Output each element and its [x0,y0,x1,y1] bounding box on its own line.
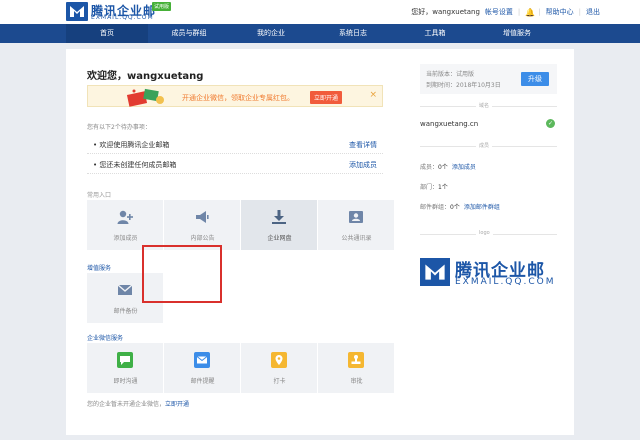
add-member-link[interactable]: 添加成员 [349,160,377,170]
mail-logo-icon [66,2,88,21]
nav-home[interactable]: 首页 [66,24,148,43]
wework-service-title: 企业微信服务 [87,335,124,342]
trial-badge: 试用版 [152,2,172,11]
footer-text: 您的企业暂未开通企业微信， [87,401,166,408]
download-icon [272,210,286,224]
wework-tiles: 即时沟通 邮件提醒 打卡 审批 [87,343,395,393]
main-panel: 欢迎您，wangxuetang 开通企业微信，领取企业专属红包。 立即开通 × … [66,49,574,435]
value-added-title: 增值服务 [87,265,112,272]
open-now-link[interactable]: 立即开通 [165,401,189,408]
add-mail-group-link[interactable]: 添加邮件群组 [464,204,500,211]
open-wework-button[interactable]: 立即开通 [310,91,343,104]
nav-value-added[interactable]: 增值服务 [476,24,558,43]
main-nav: 首页 成员与群组 我的企业 系统日志 工具箱 增值服务 [0,24,640,43]
help-center-link[interactable]: 帮助中心 [546,7,574,17]
stat-value: 0个 [438,164,448,171]
nav-system-log[interactable]: 系统日志 [312,24,394,43]
tile-label: 邮件备份 [113,308,138,315]
mail-reminder-icon [194,352,210,368]
greeting: 您好，wangxuetang [411,8,480,16]
netdisk-tile[interactable]: 企业网盘 [241,200,318,250]
expire-date: 到期时间：2018年10月3日 [426,82,501,89]
location-pin-icon [271,352,287,368]
todo-title: 您有以下2个待办事项： [87,124,151,131]
highlight-box [142,245,222,303]
tile-label: 添加成员 [113,235,138,242]
stat-label: 部门： [420,184,439,191]
tile-label: 即时沟通 [113,378,138,385]
user-area: 您好，wangxuetang 帐号设置 | 🔔 | 帮助中心 | 退出 [411,7,600,17]
add-member-tile[interactable]: 添加成员 [87,200,164,250]
wework-banner[interactable]: 开通企业微信，领取企业专属红包。 立即开通 × [87,85,383,107]
add-member-link[interactable]: 添加成员 [452,164,476,171]
divider: | [517,8,521,16]
logo-divider: logo [420,230,557,238]
chat-icon [117,352,133,368]
instant-chat-tile[interactable]: 即时沟通 [87,343,164,393]
logout-link[interactable]: 退出 [586,7,600,17]
nav-members-groups[interactable]: 成员与群组 [148,24,230,43]
nav-my-enterprise[interactable]: 我的企业 [230,24,312,43]
red-envelope-illustration [126,88,164,107]
wework-footer-note: 您的企业暂未开通企业微信，立即开通 [87,399,189,408]
top-header: 腾讯企业邮 EXMAIL.QQ.COM 试用版 您好，wangxuetang 帐… [0,0,640,24]
add-user-icon [117,210,133,224]
check-in-tile[interactable]: 打卡 [241,343,318,393]
todo-text: • 欢迎使用腾讯企业邮箱 [93,141,170,149]
tile-label: 审批 [350,378,363,385]
mail-logo-icon [420,258,450,286]
version-box: 当前版本：试用版 到期时间：2018年10月3日 升级 [420,64,557,94]
todo-row: • 您还未创建任何成员邮箱 添加成员 [87,154,383,174]
address-book-tile[interactable]: 公共通讯录 [318,200,395,250]
current-version: 当前版本：试用版 [426,71,475,78]
stat-label: 成员： [420,164,439,171]
close-icon[interactable]: × [369,90,377,100]
logo-caption: logo [476,230,493,236]
members-divider: 成员 [420,142,557,150]
view-details-link[interactable]: 查看详情 [349,140,377,150]
todo-text: • 您还未创建任何成员邮箱 [93,161,177,169]
verified-check-icon: ✓ [546,119,555,128]
domain-caption: 域名 [476,102,493,109]
banner-text: 开通企业微信，领取企业专属红包。 [182,94,294,102]
tile-label: 公共通讯录 [341,235,372,242]
stat-label: 邮件群组： [420,204,451,211]
stat-value: 0个 [450,204,460,211]
tile-label: 企业网盘 [267,235,292,242]
todo-row: • 欢迎使用腾讯企业邮箱 查看详情 [87,134,383,154]
departments-stat: 部门：1个 [420,182,448,191]
divider: | [538,8,541,16]
stat-value: 1个 [438,184,448,191]
account-settings-link[interactable]: 帐号设置 [485,7,513,17]
domain-divider: 域名 [420,102,557,110]
nav-toolbox[interactable]: 工具箱 [394,24,476,43]
tile-label: 邮件提醒 [190,378,215,385]
logo-subtext: EXMAIL.QQ.COM [91,14,154,21]
announcement-tile[interactable]: 内部公告 [164,200,241,250]
common-entry-tiles: 添加成员 内部公告 企业网盘 公共通讯录 [87,200,395,250]
bell-icon[interactable]: 🔔 [525,8,535,17]
members-stat: 成员：0个 添加成员 [420,162,476,171]
welcome-title: 欢迎您，wangxuetang [87,71,204,82]
tile-label: 打卡 [273,378,286,385]
mail-reminder-tile[interactable]: 邮件提醒 [164,343,241,393]
divider: | [578,8,581,16]
common-entry-title: 常用入口 [87,192,112,199]
envelope-icon [117,284,133,295]
approval-tile[interactable]: 审批 [318,343,395,393]
enterprise-logo: 腾讯企业邮 EXMAIL.QQ.COM [420,256,557,290]
contact-card-icon [349,211,363,223]
stamp-icon [348,352,364,368]
tile-label: 内部公告 [190,235,215,242]
domain-name: wangxuetang.cn [420,120,479,128]
mail-groups-stat: 邮件群组：0个 添加邮件群组 [420,202,500,211]
upgrade-button[interactable]: 升级 [521,72,549,86]
logo-subtext: EXMAIL.QQ.COM [455,277,556,287]
members-caption: 成员 [476,142,493,149]
megaphone-icon [196,211,209,223]
